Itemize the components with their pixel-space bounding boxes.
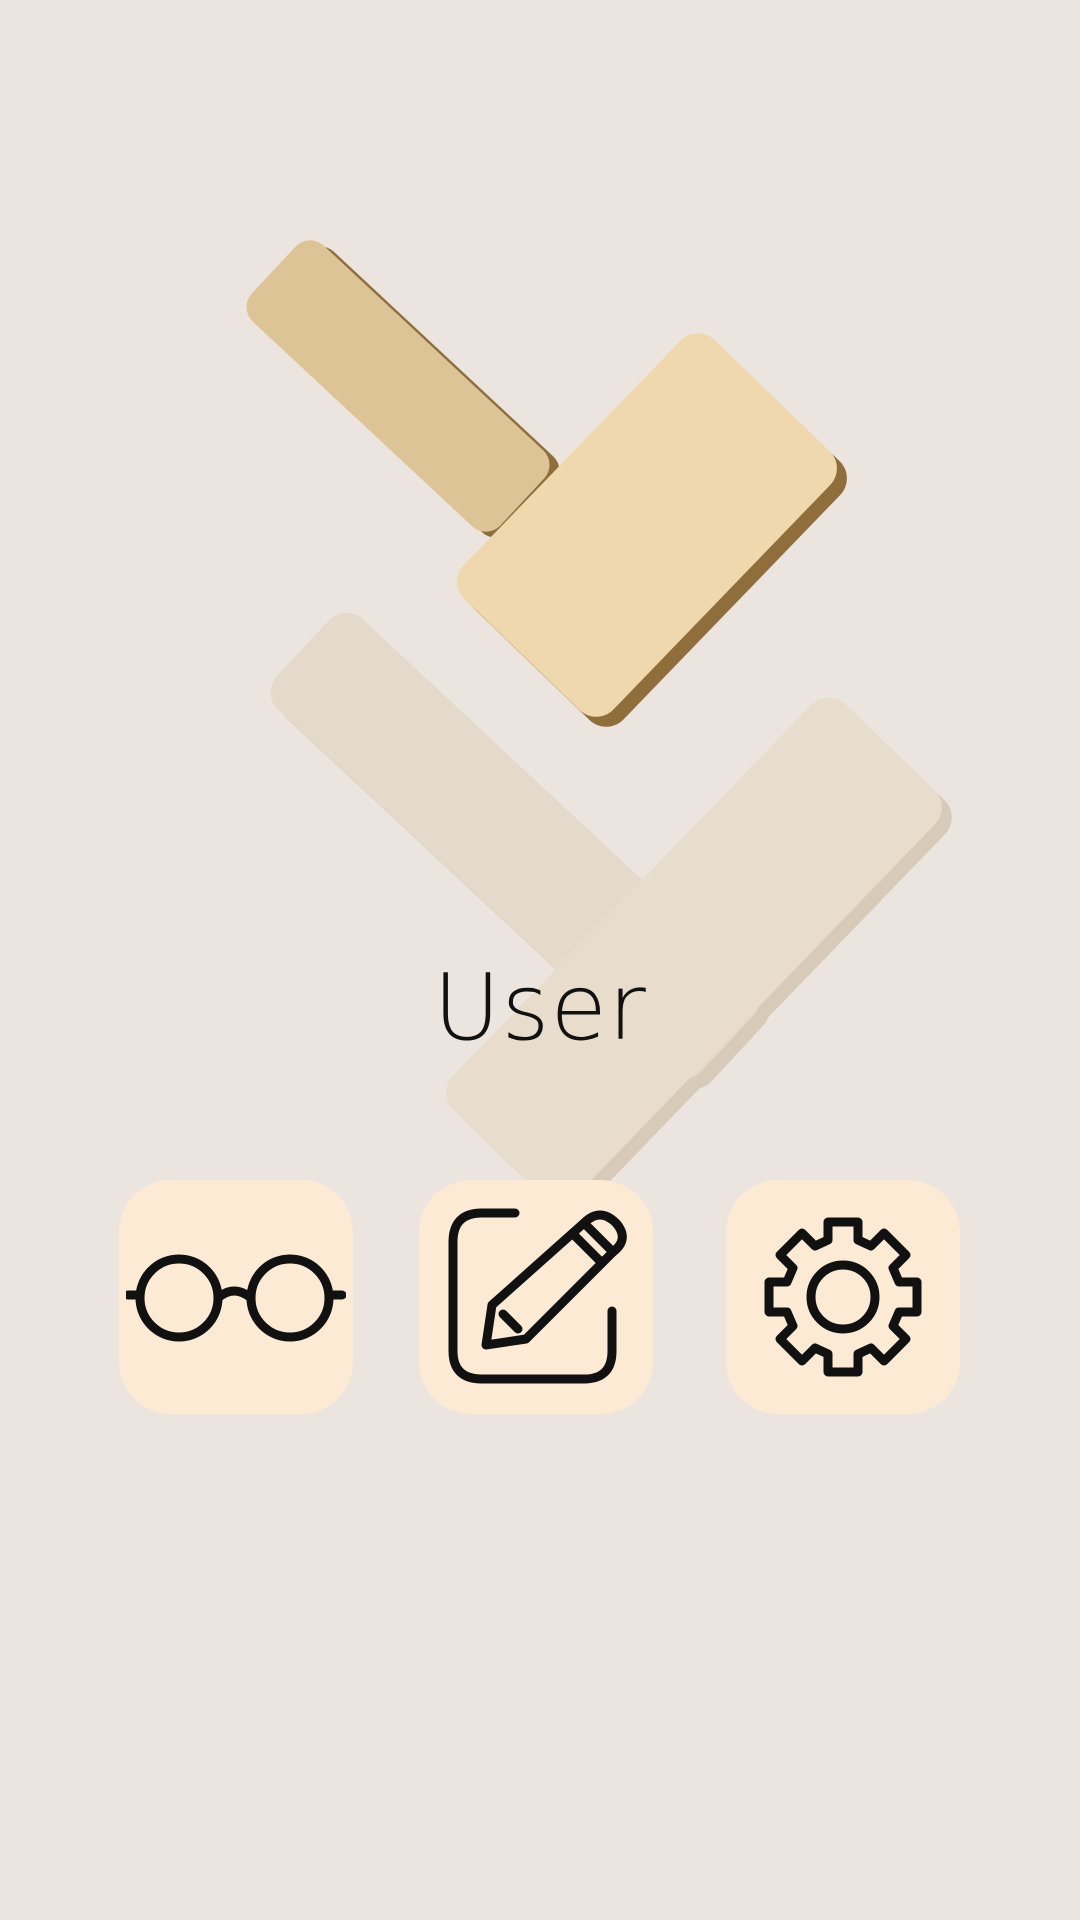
read-button[interactable] <box>119 1180 353 1414</box>
page-title: User <box>433 954 647 1061</box>
edit-pencil-icon <box>448 1208 627 1384</box>
glasses-icon <box>126 1254 346 1342</box>
gear-icon <box>764 1217 922 1377</box>
settings-button[interactable] <box>726 1180 960 1414</box>
edit-button[interactable] <box>419 1180 653 1414</box>
user-screen: User <box>0 0 1080 1920</box>
